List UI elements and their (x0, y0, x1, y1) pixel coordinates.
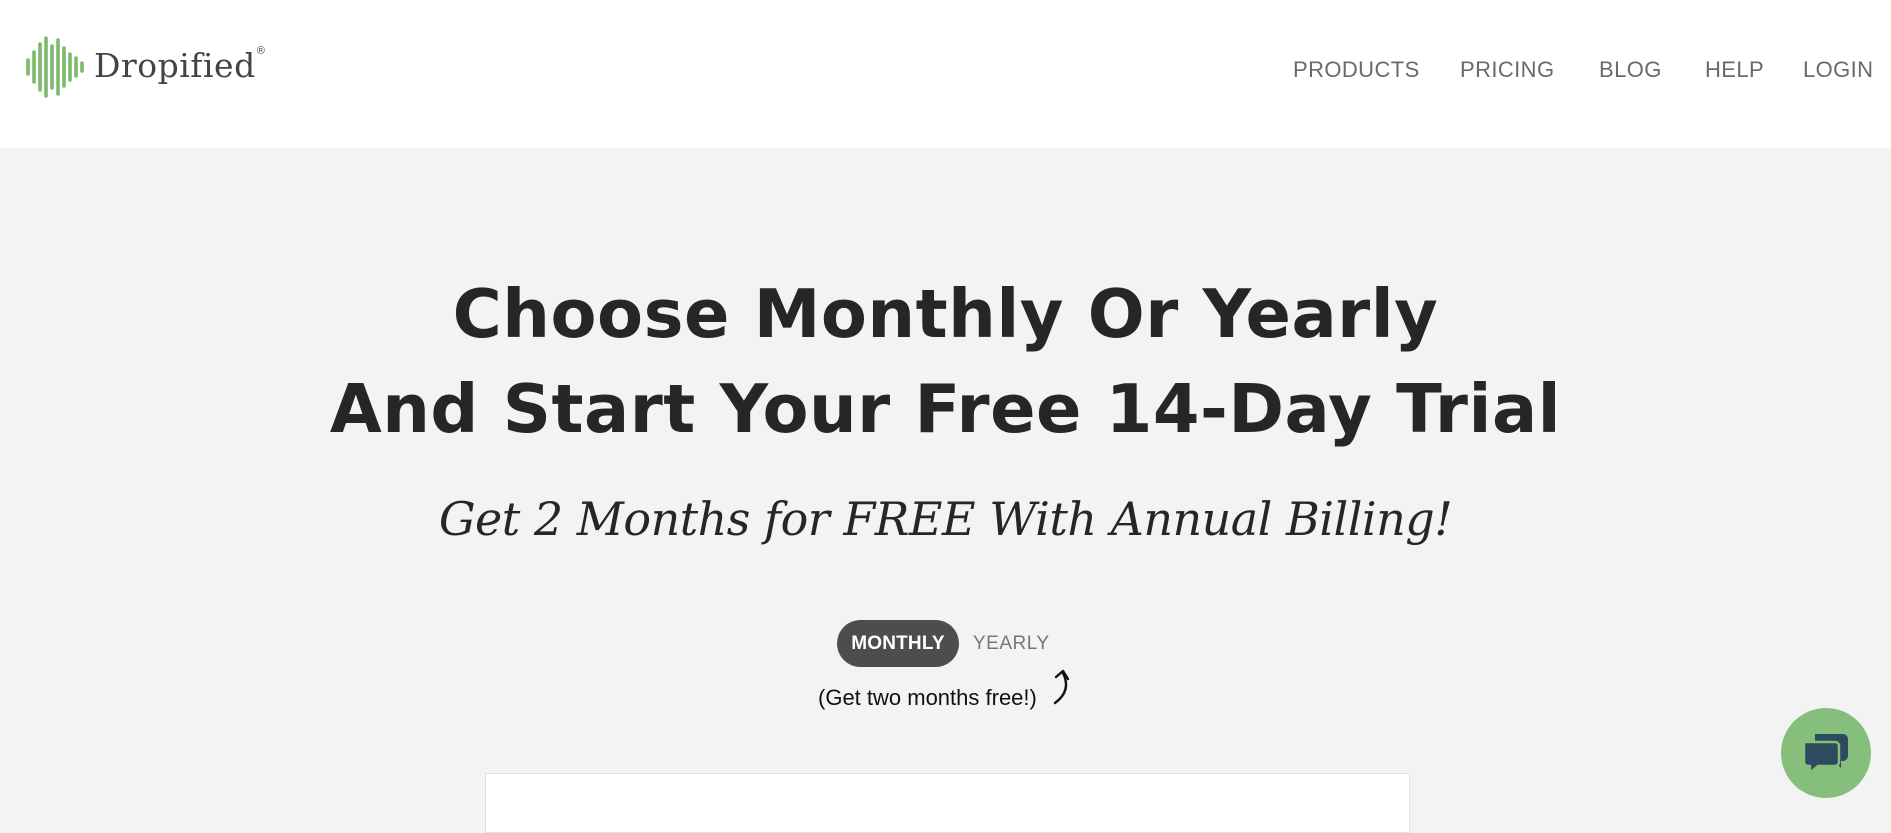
hero-title-line-1: Choose Monthly Or Yearly (452, 275, 1439, 353)
nav-pricing[interactable]: PRICING (1460, 57, 1554, 83)
soundwave-logo-icon (26, 36, 84, 98)
nav-blog[interactable]: BLOG (1599, 57, 1662, 83)
curved-arrow-up-icon (1053, 669, 1070, 705)
site-header: Dropified ® PRODUCTS PRICING BLOG HELP L… (0, 0, 1891, 148)
nav-login[interactable]: LOGIN (1803, 57, 1873, 83)
hero-subtitle: Get 2 Months for FREE With Annual Billin… (438, 492, 1453, 546)
nav-help[interactable]: HELP (1705, 57, 1764, 83)
hero-title-line-2: And Start Your Free 14-Day Trial (329, 370, 1562, 448)
chat-widget-button[interactable] (1781, 708, 1871, 798)
pricing-card (485, 773, 1410, 833)
chat-bubbles-icon (1802, 734, 1848, 776)
logo-wordmark: Dropified (94, 45, 256, 85)
yearly-toggle-button[interactable]: YEARLY (973, 620, 1050, 667)
free-months-note: (Get two months free!) (818, 685, 1037, 710)
logo-link[interactable]: Dropified ® (24, 36, 265, 98)
monthly-toggle-button[interactable]: MONTHLY (837, 620, 959, 667)
nav-products[interactable]: PRODUCTS (1293, 57, 1420, 83)
registered-mark: ® (256, 45, 265, 57)
